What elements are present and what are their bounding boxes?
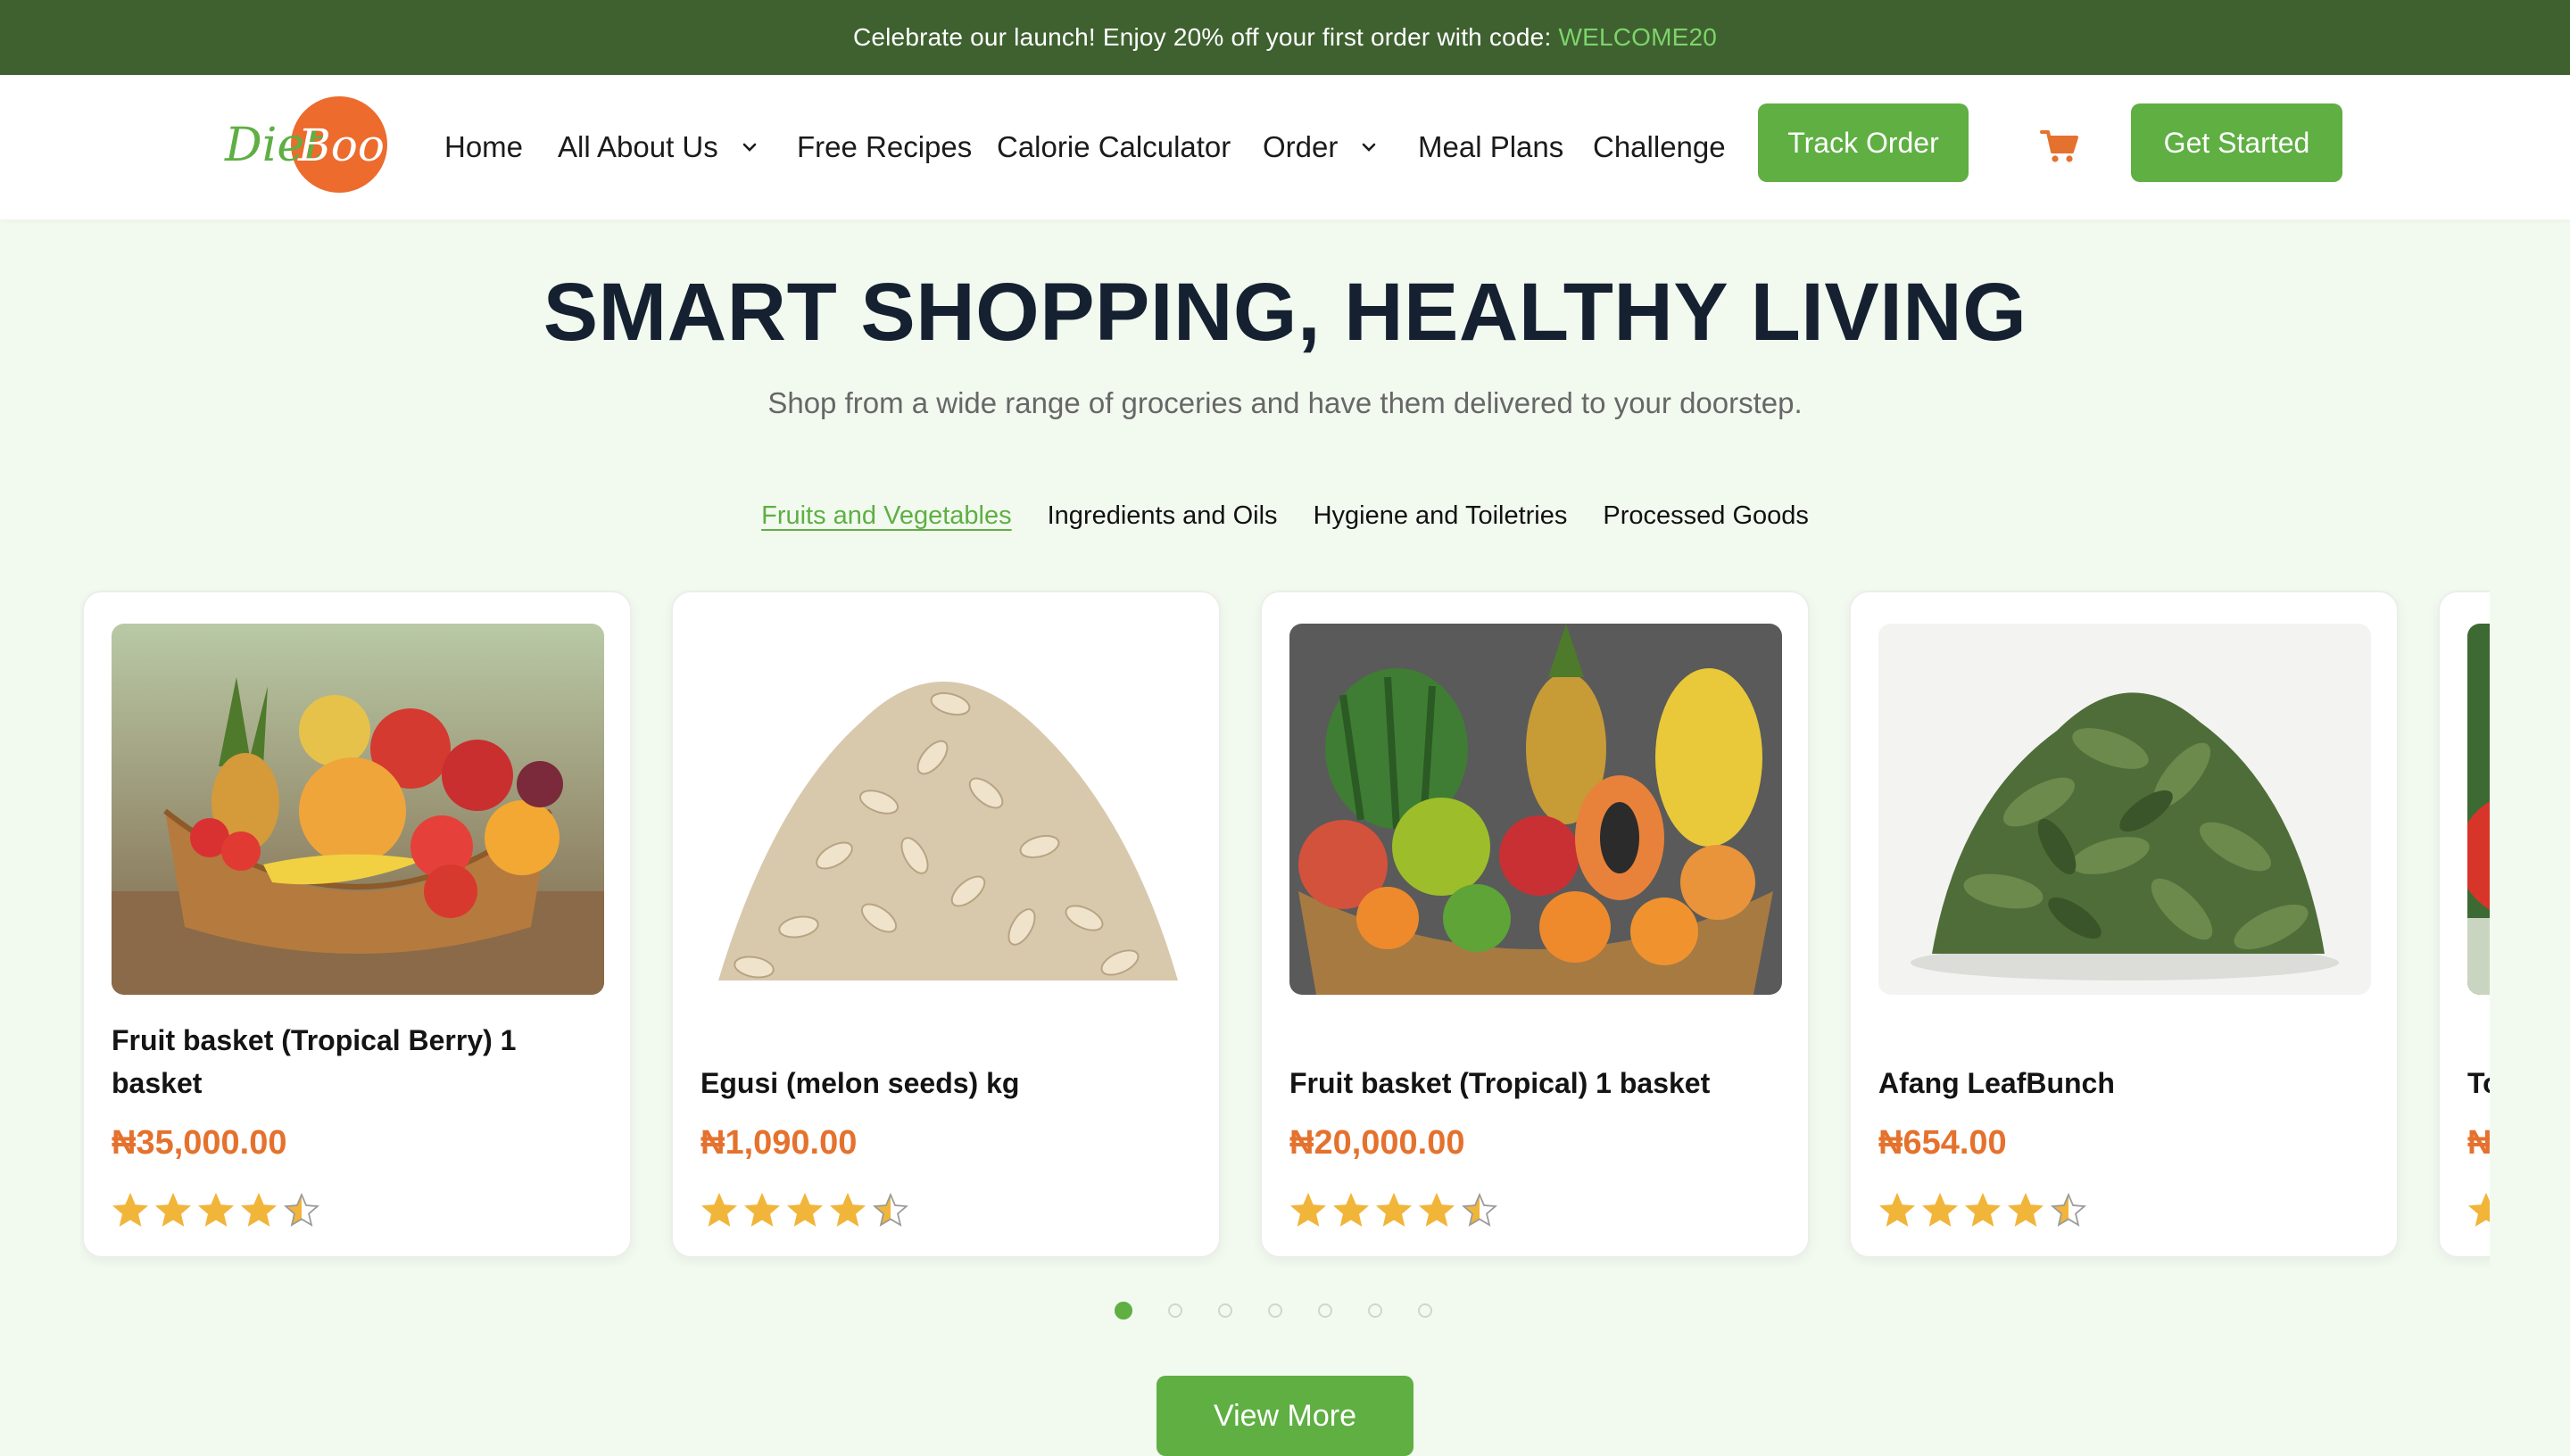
product-card[interactable]: To ₦ xyxy=(2438,591,2490,1258)
track-order-button[interactable]: Track Order xyxy=(1758,103,1969,182)
nav-all-about-us[interactable]: All About Us xyxy=(558,124,758,170)
product-card[interactable]: Fruit basket (Tropical Berry) 1 basket ₦… xyxy=(82,591,632,1258)
star-full-icon xyxy=(786,1192,824,1227)
product-image-tomatoes-partial[interactable] xyxy=(2467,624,2490,995)
star-full-icon xyxy=(1375,1192,1413,1227)
star-full-icon xyxy=(197,1192,235,1227)
star-full-icon xyxy=(154,1192,192,1227)
nav-free-recipes[interactable]: Free Recipes xyxy=(797,124,972,170)
nav-calorie-calculator[interactable]: Calorie Calculator xyxy=(997,124,1231,170)
nav-meal-plans[interactable]: Meal Plans xyxy=(1418,124,1563,170)
product-rating xyxy=(2467,1192,2490,1229)
star-full-icon xyxy=(2007,1192,2044,1227)
product-image-afang-leaves[interactable] xyxy=(1878,624,2371,995)
product-price: ₦654.00 xyxy=(1878,1124,2007,1162)
diet-boon-logo[interactable]: Diet Boon xyxy=(223,95,413,194)
nav-order-label[interactable]: Order xyxy=(1263,130,1338,164)
promo-code: WELCOME20 xyxy=(1558,23,1718,51)
view-more-button[interactable]: View More xyxy=(1156,1376,1414,1456)
carousel-dot[interactable] xyxy=(1168,1303,1182,1318)
nav-home-label[interactable]: Home xyxy=(444,130,523,164)
star-full-icon xyxy=(701,1192,738,1227)
product-card[interactable]: Egusi (melon seeds) kg ₦1,090.00 xyxy=(671,591,1221,1258)
page-title: SMART SHOPPING, HEALTHY LIVING xyxy=(543,267,2027,358)
nav-meal-plans-label[interactable]: Meal Plans xyxy=(1418,130,1563,164)
carousel-dot[interactable] xyxy=(1218,1303,1232,1318)
star-full-icon xyxy=(829,1192,866,1227)
track-order-label[interactable]: Track Order xyxy=(1787,127,1939,160)
nav-order[interactable]: Order xyxy=(1263,124,1377,170)
product-card[interactable]: Fruit basket (Tropical) 1 basket ₦20,000… xyxy=(1260,591,1810,1258)
tab-hygiene-and-toiletries[interactable]: Hygiene and Toiletries xyxy=(1314,501,1568,531)
tab-ingredients-and-oils[interactable]: Ingredients and Oils xyxy=(1048,501,1278,531)
product-rating xyxy=(1289,1192,1498,1229)
carousel-dot[interactable] xyxy=(1268,1303,1282,1318)
product-rating xyxy=(701,1192,909,1229)
carousel-pagination xyxy=(1115,1302,1432,1320)
product-rating xyxy=(112,1192,320,1229)
page-subtitle: Shop from a wide range of groceries and … xyxy=(767,386,1803,419)
star-full-icon xyxy=(1332,1192,1370,1227)
star-full-icon xyxy=(743,1192,781,1227)
product-name[interactable]: Fruit basket (Tropical) 1 basket xyxy=(1289,1012,1771,1104)
promo-banner: Celebrate our launch! Enjoy 20% off your… xyxy=(0,0,2570,75)
carousel-dot[interactable] xyxy=(1368,1303,1382,1318)
star-full-icon xyxy=(1289,1192,1327,1227)
nav-challenge-label[interactable]: Challenge xyxy=(1593,130,1726,164)
tab-fruits-and-vegetables[interactable]: Fruits and Vegetables xyxy=(761,501,1012,531)
get-started-button[interactable]: Get Started xyxy=(2131,103,2342,182)
carousel-dot[interactable] xyxy=(1318,1303,1332,1318)
product-card[interactable]: Afang LeafBunch ₦654.00 xyxy=(1849,591,2399,1258)
chevron-down-icon[interactable] xyxy=(1361,142,1377,153)
carousel-dot[interactable] xyxy=(1115,1302,1132,1320)
promo-text: Celebrate our launch! Enjoy 20% off your… xyxy=(852,23,1552,51)
nav-home[interactable]: Home xyxy=(444,124,523,170)
star-full-icon xyxy=(2467,1192,2490,1227)
nav-recipes-label[interactable]: Free Recipes xyxy=(797,130,972,164)
get-started-label[interactable]: Get Started xyxy=(2164,127,2310,160)
carousel-dot[interactable] xyxy=(1418,1303,1432,1318)
product-name[interactable]: Afang LeafBunch xyxy=(1878,1012,2360,1104)
product-price: ₦1,090.00 xyxy=(701,1124,858,1162)
product-image-fruit-basket-tropical[interactable] xyxy=(1289,624,1782,995)
nav-calculator-label[interactable]: Calorie Calculator xyxy=(997,130,1231,164)
view-more-label[interactable]: View More xyxy=(1214,1399,1356,1434)
category-tabs: Fruits and Vegetables Ingredients and Oi… xyxy=(0,501,2570,531)
product-price: ₦ xyxy=(2467,1124,2490,1162)
logo-word-boon: Boon xyxy=(297,120,393,171)
nav-about-label[interactable]: All About Us xyxy=(558,130,718,164)
product-rating xyxy=(1878,1192,2087,1229)
product-name[interactable]: Fruit basket (Tropical Berry) 1 basket xyxy=(112,1012,593,1104)
nav-challenge[interactable]: Challenge xyxy=(1593,124,1726,170)
product-name[interactable]: To xyxy=(2467,1012,2490,1104)
site-header: Diet Boon Home All About Us Free Recipes… xyxy=(0,75,2570,219)
product-image-fruit-basket-berry[interactable] xyxy=(112,624,604,995)
product-name[interactable]: Egusi (melon seeds) kg xyxy=(701,1012,1182,1104)
star-full-icon xyxy=(240,1192,278,1227)
star-full-icon xyxy=(1418,1192,1455,1227)
star-full-icon xyxy=(1964,1192,2002,1227)
star-full-icon xyxy=(112,1192,149,1227)
star-half-icon xyxy=(1461,1192,1498,1227)
star-half-icon xyxy=(2050,1192,2087,1227)
chevron-down-icon[interactable] xyxy=(742,142,758,153)
product-carousel[interactable]: Fruit basket (Tropical Berry) 1 basket ₦… xyxy=(80,589,2490,1267)
star-full-icon xyxy=(1921,1192,1959,1227)
star-half-icon xyxy=(283,1192,320,1227)
tab-processed-goods[interactable]: Processed Goods xyxy=(1603,501,1809,531)
star-half-icon xyxy=(872,1192,909,1227)
product-price: ₦20,000.00 xyxy=(1289,1124,1465,1162)
star-full-icon xyxy=(1878,1192,1916,1227)
shopping-cart-icon[interactable] xyxy=(2040,127,2079,166)
product-image-melon-seeds[interactable] xyxy=(701,624,1193,995)
product-price: ₦35,000.00 xyxy=(112,1124,287,1162)
